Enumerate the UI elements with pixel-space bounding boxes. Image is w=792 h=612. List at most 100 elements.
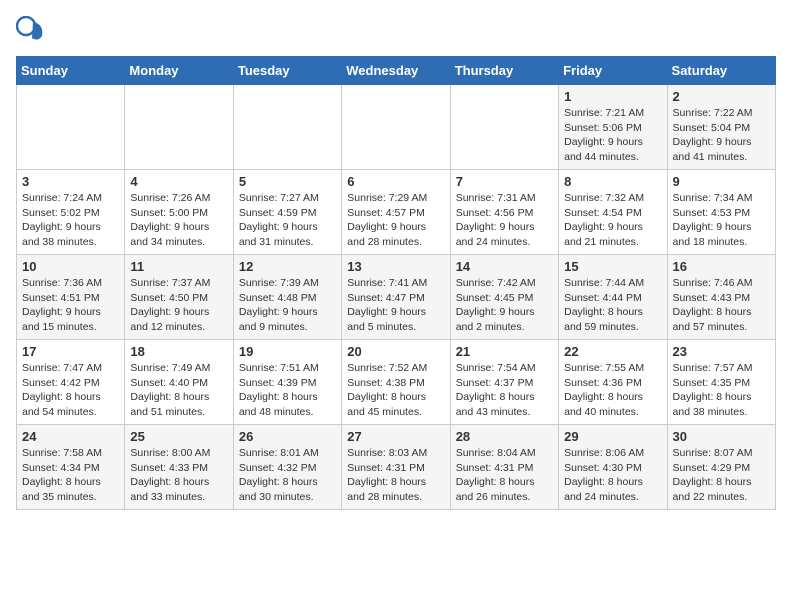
cell-content: Sunrise: 7:34 AM Sunset: 4:53 PM Dayligh… (673, 191, 770, 250)
calendar-cell: 9 Sunrise: 7:34 AM Sunset: 4:53 PM Daylig… (667, 170, 775, 255)
calendar-cell: 18 Sunrise: 7:49 AM Sunset: 4:40 PM Dayli… (125, 340, 233, 425)
cell-content: Sunrise: 8:00 AM Sunset: 4:33 PM Dayligh… (130, 446, 227, 505)
day-number: 2 (673, 89, 770, 104)
cell-content: Sunrise: 7:31 AM Sunset: 4:56 PM Dayligh… (456, 191, 553, 250)
day-number: 9 (673, 174, 770, 189)
logo (16, 16, 48, 44)
calendar-cell (450, 85, 558, 170)
weekday-header-friday: Friday (559, 57, 667, 85)
cell-content: Sunrise: 7:44 AM Sunset: 4:44 PM Dayligh… (564, 276, 661, 335)
cell-content: Sunrise: 7:32 AM Sunset: 4:54 PM Dayligh… (564, 191, 661, 250)
day-number: 28 (456, 429, 553, 444)
cell-content: Sunrise: 7:46 AM Sunset: 4:43 PM Dayligh… (673, 276, 770, 335)
logo-icon (16, 16, 44, 44)
calendar-cell: 28 Sunrise: 8:04 AM Sunset: 4:31 PM Dayli… (450, 425, 558, 510)
day-number: 14 (456, 259, 553, 274)
calendar-cell: 14 Sunrise: 7:42 AM Sunset: 4:45 PM Dayli… (450, 255, 558, 340)
calendar-cell: 11 Sunrise: 7:37 AM Sunset: 4:50 PM Dayli… (125, 255, 233, 340)
weekday-header-thursday: Thursday (450, 57, 558, 85)
calendar-cell: 16 Sunrise: 7:46 AM Sunset: 4:43 PM Dayli… (667, 255, 775, 340)
day-number: 16 (673, 259, 770, 274)
calendar-cell (17, 85, 125, 170)
day-number: 19 (239, 344, 336, 359)
cell-content: Sunrise: 7:47 AM Sunset: 4:42 PM Dayligh… (22, 361, 119, 420)
cell-content: Sunrise: 7:36 AM Sunset: 4:51 PM Dayligh… (22, 276, 119, 335)
calendar-cell: 7 Sunrise: 7:31 AM Sunset: 4:56 PM Daylig… (450, 170, 558, 255)
cell-content: Sunrise: 7:51 AM Sunset: 4:39 PM Dayligh… (239, 361, 336, 420)
week-row-1: 1 Sunrise: 7:21 AM Sunset: 5:06 PM Daylig… (17, 85, 776, 170)
calendar-cell: 25 Sunrise: 8:00 AM Sunset: 4:33 PM Dayli… (125, 425, 233, 510)
calendar-cell: 19 Sunrise: 7:51 AM Sunset: 4:39 PM Dayli… (233, 340, 341, 425)
cell-content: Sunrise: 8:03 AM Sunset: 4:31 PM Dayligh… (347, 446, 444, 505)
cell-content: Sunrise: 7:21 AM Sunset: 5:06 PM Dayligh… (564, 106, 661, 165)
cell-content: Sunrise: 7:29 AM Sunset: 4:57 PM Dayligh… (347, 191, 444, 250)
calendar-cell: 22 Sunrise: 7:55 AM Sunset: 4:36 PM Dayli… (559, 340, 667, 425)
weekday-header-saturday: Saturday (667, 57, 775, 85)
calendar-cell: 17 Sunrise: 7:47 AM Sunset: 4:42 PM Dayli… (17, 340, 125, 425)
day-number: 18 (130, 344, 227, 359)
calendar-table: SundayMondayTuesdayWednesdayThursdayFrid… (16, 56, 776, 510)
cell-content: Sunrise: 7:42 AM Sunset: 4:45 PM Dayligh… (456, 276, 553, 335)
day-number: 21 (456, 344, 553, 359)
calendar-cell: 3Sunrise: 7:24 AM Sunset: 5:02 PM Daylig… (17, 170, 125, 255)
cell-content: Sunrise: 7:26 AM Sunset: 5:00 PM Dayligh… (130, 191, 227, 250)
day-number: 8 (564, 174, 661, 189)
cell-content: Sunrise: 7:58 AM Sunset: 4:34 PM Dayligh… (22, 446, 119, 505)
day-number: 29 (564, 429, 661, 444)
cell-content: Sunrise: 7:39 AM Sunset: 4:48 PM Dayligh… (239, 276, 336, 335)
day-number: 30 (673, 429, 770, 444)
calendar-cell (233, 85, 341, 170)
calendar-cell: 2 Sunrise: 7:22 AM Sunset: 5:04 PM Daylig… (667, 85, 775, 170)
week-row-3: 10 Sunrise: 7:36 AM Sunset: 4:51 PM Dayli… (17, 255, 776, 340)
week-row-5: 24 Sunrise: 7:58 AM Sunset: 4:34 PM Dayli… (17, 425, 776, 510)
weekday-header-tuesday: Tuesday (233, 57, 341, 85)
cell-content: Sunrise: 7:52 AM Sunset: 4:38 PM Dayligh… (347, 361, 444, 420)
weekday-header-row: SundayMondayTuesdayWednesdayThursdayFrid… (17, 57, 776, 85)
weekday-header-monday: Monday (125, 57, 233, 85)
cell-content: Sunrise: 7:49 AM Sunset: 4:40 PM Dayligh… (130, 361, 227, 420)
calendar-cell: 20 Sunrise: 7:52 AM Sunset: 4:38 PM Dayli… (342, 340, 450, 425)
calendar-cell: 8 Sunrise: 7:32 AM Sunset: 4:54 PM Daylig… (559, 170, 667, 255)
day-number: 1 (564, 89, 661, 104)
calendar-cell: 1 Sunrise: 7:21 AM Sunset: 5:06 PM Daylig… (559, 85, 667, 170)
day-number: 6 (347, 174, 444, 189)
day-number: 17 (22, 344, 119, 359)
cell-content: Sunrise: 8:01 AM Sunset: 4:32 PM Dayligh… (239, 446, 336, 505)
day-number: 11 (130, 259, 227, 274)
calendar-cell: 21Sunrise: 7:54 AM Sunset: 4:37 PM Dayli… (450, 340, 558, 425)
cell-content: Sunrise: 7:37 AM Sunset: 4:50 PM Dayligh… (130, 276, 227, 335)
calendar-cell: 23Sunrise: 7:57 AM Sunset: 4:35 PM Dayli… (667, 340, 775, 425)
day-number: 5 (239, 174, 336, 189)
cell-content: Sunrise: 8:04 AM Sunset: 4:31 PM Dayligh… (456, 446, 553, 505)
cell-content: Sunrise: 8:07 AM Sunset: 4:29 PM Dayligh… (673, 446, 770, 505)
week-row-4: 17 Sunrise: 7:47 AM Sunset: 4:42 PM Dayli… (17, 340, 776, 425)
calendar-cell: 15 Sunrise: 7:44 AM Sunset: 4:44 PM Dayli… (559, 255, 667, 340)
day-number: 10 (22, 259, 119, 274)
day-number: 13 (347, 259, 444, 274)
calendar-cell: 12Sunrise: 7:39 AM Sunset: 4:48 PM Dayli… (233, 255, 341, 340)
calendar-cell: 4 Sunrise: 7:26 AM Sunset: 5:00 PM Daylig… (125, 170, 233, 255)
weekday-header-sunday: Sunday (17, 57, 125, 85)
day-number: 24 (22, 429, 119, 444)
calendar-cell: 24 Sunrise: 7:58 AM Sunset: 4:34 PM Dayli… (17, 425, 125, 510)
day-number: 26 (239, 429, 336, 444)
day-number: 22 (564, 344, 661, 359)
day-number: 4 (130, 174, 227, 189)
calendar-cell: 10 Sunrise: 7:36 AM Sunset: 4:51 PM Dayli… (17, 255, 125, 340)
calendar-cell: 26 Sunrise: 8:01 AM Sunset: 4:32 PM Dayli… (233, 425, 341, 510)
page-header (16, 16, 776, 44)
day-number: 23 (673, 344, 770, 359)
day-number: 20 (347, 344, 444, 359)
day-number: 25 (130, 429, 227, 444)
calendar-cell (125, 85, 233, 170)
calendar-cell: 13Sunrise: 7:41 AM Sunset: 4:47 PM Dayli… (342, 255, 450, 340)
day-number: 15 (564, 259, 661, 274)
day-number: 27 (347, 429, 444, 444)
calendar-cell: 6 Sunrise: 7:29 AM Sunset: 4:57 PM Daylig… (342, 170, 450, 255)
day-number: 7 (456, 174, 553, 189)
cell-content: Sunrise: 7:22 AM Sunset: 5:04 PM Dayligh… (673, 106, 770, 165)
calendar-cell (342, 85, 450, 170)
calendar-cell: 30 Sunrise: 8:07 AM Sunset: 4:29 PM Dayli… (667, 425, 775, 510)
cell-content: Sunrise: 7:55 AM Sunset: 4:36 PM Dayligh… (564, 361, 661, 420)
calendar-cell: 5Sunrise: 7:27 AM Sunset: 4:59 PM Daylig… (233, 170, 341, 255)
